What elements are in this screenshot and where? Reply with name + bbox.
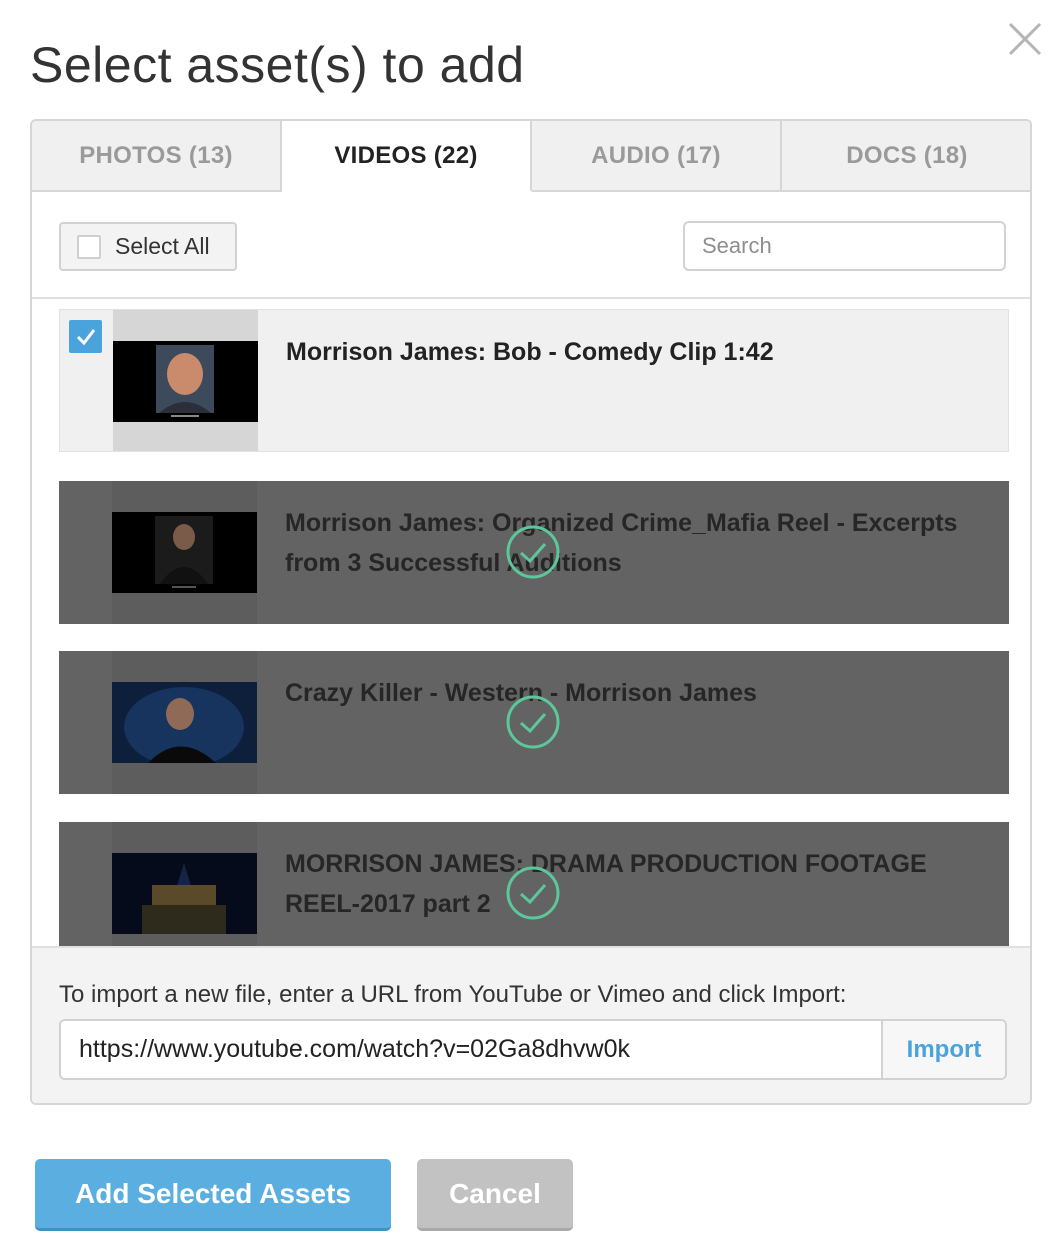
video-thumbnail-column xyxy=(112,651,257,794)
dialog-title: Select asset(s) to add xyxy=(30,37,525,93)
cancel-button[interactable]: Cancel xyxy=(417,1159,573,1231)
video-title: Morrison James: Organized Crime_Mafia Re… xyxy=(285,509,958,577)
video-thumbnail xyxy=(112,853,257,934)
added-check-icon xyxy=(506,866,560,920)
video-title: MORRISON JAMES: DRAMA PRODUCTION FOOTAGE… xyxy=(285,850,927,918)
list-item[interactable]: Morrison James: Bob - Comedy Clip 1:42 xyxy=(59,309,1009,452)
select-all-checkbox[interactable] xyxy=(77,234,101,259)
video-thumbnail-column xyxy=(112,481,257,624)
close-button[interactable] xyxy=(1006,20,1044,58)
video-list[interactable]: Morrison James: Bob - Comedy Clip 1:42 M… xyxy=(32,301,1030,946)
video-thumbnail xyxy=(113,341,258,422)
import-url-input[interactable] xyxy=(61,1021,881,1078)
video-title: Morrison James: Bob - Comedy Clip 1:42 xyxy=(286,338,774,366)
add-selected-assets-button[interactable]: Add Selected Assets xyxy=(35,1159,391,1231)
asset-type-tabs: PHOTOS (13) VIDEOS (22) AUDIO (17) DOCS … xyxy=(32,121,1030,192)
search-input[interactable] xyxy=(683,221,1006,271)
asset-picker-panel: PHOTOS (13) VIDEOS (22) AUDIO (17) DOCS … xyxy=(30,119,1032,1105)
tab-docs[interactable]: DOCS (18) xyxy=(782,121,1030,192)
added-check-icon xyxy=(506,695,560,749)
import-help-text: To import a new file, enter a URL from Y… xyxy=(59,981,847,1008)
list-toolbar: Select All xyxy=(32,192,1030,299)
video-thumbnail-column xyxy=(112,822,257,946)
close-icon xyxy=(1008,22,1042,56)
list-item[interactable]: Morrison James: Organized Crime_Mafia Re… xyxy=(59,481,1009,624)
tab-photos[interactable]: PHOTOS (13) xyxy=(32,121,282,192)
import-section: To import a new file, enter a URL from Y… xyxy=(32,946,1030,1103)
added-check-icon xyxy=(506,525,560,579)
import-url-group: Import xyxy=(59,1019,1007,1080)
video-thumbnail-column xyxy=(113,310,258,451)
list-item[interactable]: MORRISON JAMES: DRAMA PRODUCTION FOOTAGE… xyxy=(59,822,1009,946)
video-thumbnail xyxy=(112,682,257,763)
select-all-button[interactable]: Select All xyxy=(59,222,237,271)
tab-audio[interactable]: AUDIO (17) xyxy=(532,121,782,192)
item-checkbox[interactable] xyxy=(69,320,102,353)
select-all-label: Select All xyxy=(115,233,210,259)
checkmark-icon xyxy=(76,328,95,345)
import-button[interactable]: Import xyxy=(881,1021,1005,1078)
video-thumbnail xyxy=(112,512,257,593)
video-title: Crazy Killer - Western - Morrison James xyxy=(285,679,757,707)
list-item[interactable]: Crazy Killer - Western - Morrison James xyxy=(59,651,1009,794)
tab-videos[interactable]: VIDEOS (22) xyxy=(282,121,532,192)
